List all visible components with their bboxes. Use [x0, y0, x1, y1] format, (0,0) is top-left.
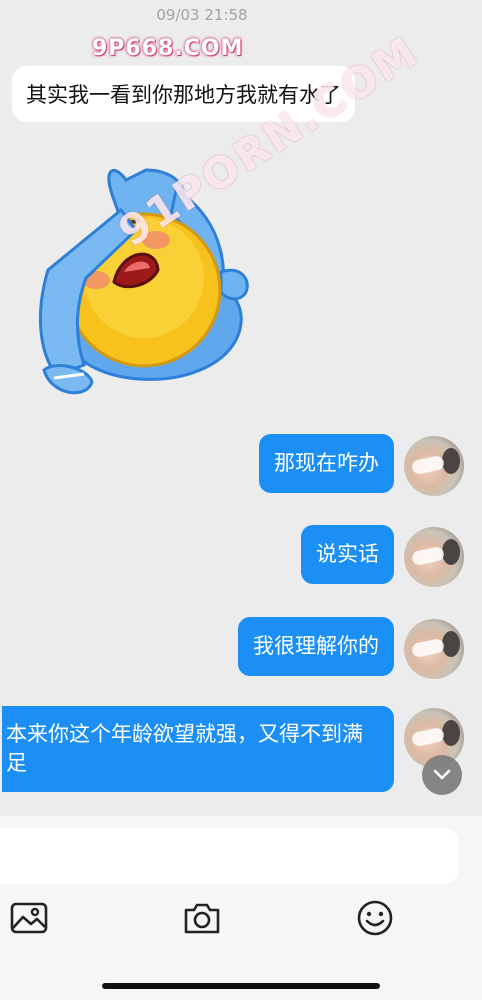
watermark-top: 9P668.COM: [92, 36, 244, 61]
image-icon[interactable]: [9, 898, 49, 938]
outgoing-message-row: 我很理解你的: [0, 617, 464, 679]
emoji-icon[interactable]: [355, 898, 395, 938]
outgoing-message-bubble[interactable]: 那现在咋办: [259, 434, 394, 493]
avatar[interactable]: [404, 619, 464, 679]
message-timestamp: 09/03 21:58: [156, 6, 248, 24]
outgoing-message-row: 说实话: [0, 525, 464, 587]
chevron-down-icon: [433, 769, 451, 780]
outgoing-message-bubble[interactable]: 我很理解你的: [238, 617, 394, 676]
outgoing-message-bubble[interactable]: 说实话: [301, 525, 394, 584]
outgoing-message-row: 那现在咋办: [0, 434, 464, 496]
outgoing-message-bubble[interactable]: 本来你这个年龄欲望就强，又得不到满足: [2, 706, 394, 792]
message-input[interactable]: [0, 828, 458, 884]
camera-icon[interactable]: [182, 898, 222, 938]
outgoing-message-row: 本来你这个年龄欲望就强，又得不到满足: [0, 706, 464, 800]
avatar[interactable]: [404, 527, 464, 587]
home-indicator: [102, 983, 380, 989]
scroll-to-bottom-button[interactable]: [422, 755, 462, 795]
avatar[interactable]: [404, 436, 464, 496]
